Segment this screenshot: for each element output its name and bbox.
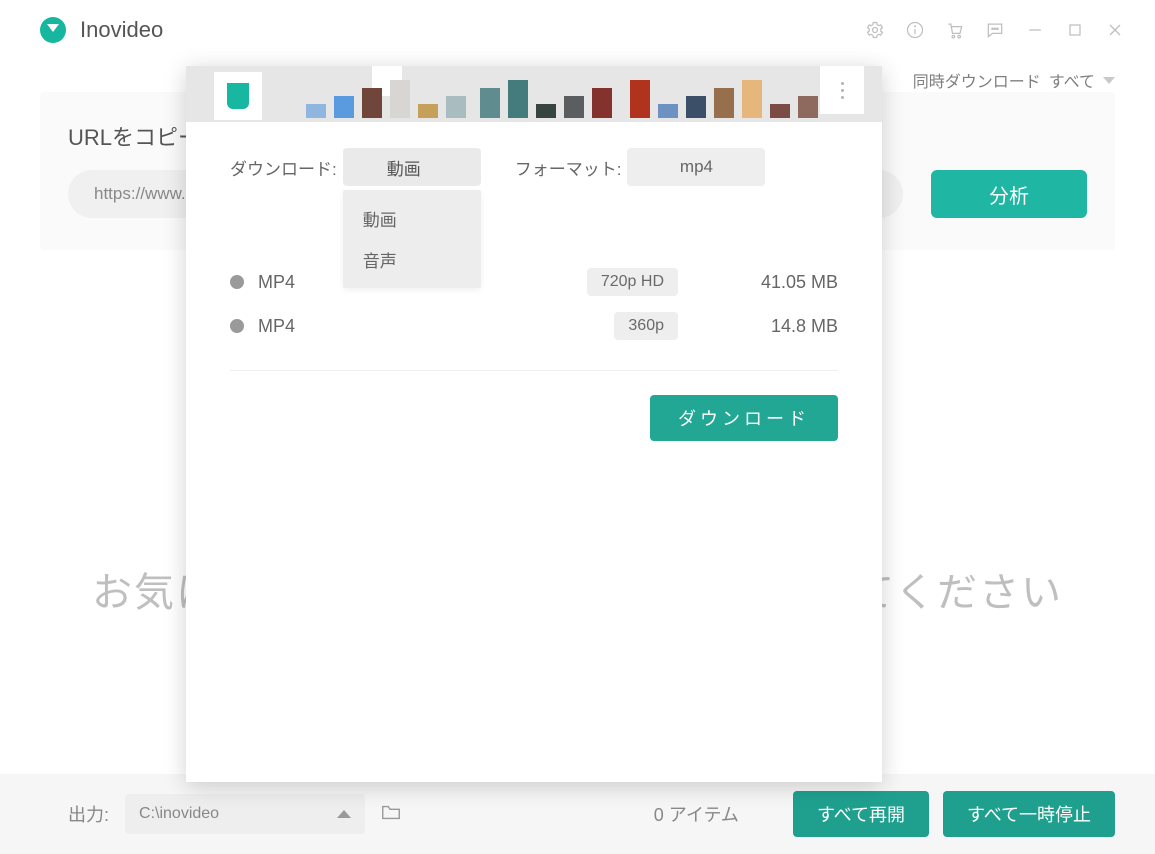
download-type-dropdown: 動画 音声 (343, 190, 481, 288)
app-name: Inovideo (80, 17, 163, 43)
radio-icon[interactable] (230, 275, 244, 289)
thumb-pixel (564, 96, 584, 118)
output-path: C:\inovideo (139, 805, 219, 823)
thumb-pixel (446, 96, 466, 118)
cart-icon[interactable] (935, 10, 975, 50)
format-value: mp4 (680, 157, 713, 177)
format-codec: MP4 (258, 316, 358, 337)
download-type-value: 動画 (387, 155, 421, 180)
format-size: 41.05 MB (738, 272, 838, 293)
thumb-pixel (714, 88, 734, 118)
download-type-select[interactable]: 動画 動画 音声 (343, 148, 481, 186)
format-quality: 360p (614, 312, 678, 340)
format-label: フォーマット: (515, 155, 622, 180)
close-icon[interactable] (1095, 10, 1135, 50)
thumb-pixel (390, 80, 410, 118)
radio-icon[interactable] (230, 319, 244, 333)
format-quality: 720p HD (587, 268, 678, 296)
chevron-down-icon (1103, 77, 1115, 84)
format-dialog: ダウンロード: 動画 動画 音声 フォーマット: mp4 MP4 720p HD… (186, 66, 882, 782)
more-icon[interactable] (820, 66, 864, 114)
video-thumb-icon (214, 72, 262, 120)
thumb-pixel (362, 88, 382, 118)
item-count: 0 アイテム (654, 801, 739, 827)
open-folder-icon[interactable] (379, 801, 403, 828)
thumb-pixel (480, 88, 500, 118)
thumb-pixel (770, 104, 790, 118)
thumb-pixel (536, 104, 556, 118)
thumb-pixel (742, 80, 762, 118)
download-button[interactable]: ダウンロード (650, 395, 838, 441)
format-select[interactable]: mp4 (627, 148, 765, 186)
output-label: 出力: (68, 801, 109, 827)
thumb-pixel (508, 80, 528, 118)
minimize-icon[interactable] (1015, 10, 1055, 50)
thumb-pixel (592, 88, 612, 118)
format-list: MP4 720p HD 41.05 MB MP4 360p 14.8 MB (230, 260, 838, 348)
concurrent-label: 同時ダウンロード (913, 68, 1041, 92)
analyze-button[interactable]: 分析 (931, 170, 1087, 218)
bottom-bar: 出力: C:\inovideo 0 アイテム すべて再開 すべて一時停止 (0, 774, 1155, 854)
settings-icon[interactable] (855, 10, 895, 50)
format-size: 14.8 MB (738, 316, 838, 337)
placeholder-right: てください (854, 560, 1063, 618)
download-type-row: ダウンロード: 動画 動画 音声 フォーマット: mp4 (230, 148, 838, 186)
concurrent-select[interactable]: すべて (1049, 68, 1115, 92)
concurrent-value: すべて (1049, 68, 1095, 92)
download-type-option[interactable]: 動画 (343, 198, 481, 239)
thumb-pixel (658, 104, 678, 118)
dialog-thumb-row (186, 66, 882, 122)
title-bar: Inovideo (0, 0, 1155, 60)
thumb-pixel (334, 96, 354, 118)
divider (230, 370, 838, 371)
chevron-up-icon (337, 810, 351, 818)
format-row[interactable]: MP4 720p HD 41.05 MB (230, 260, 838, 304)
thumb-pixel (418, 104, 438, 118)
format-row[interactable]: MP4 360p 14.8 MB (230, 304, 838, 348)
app-logo-icon (40, 17, 66, 43)
download-type-option[interactable]: 音声 (343, 239, 481, 280)
output-path-select[interactable]: C:\inovideo (125, 794, 365, 834)
thumb-pixel (630, 80, 650, 118)
thumb-pixel (798, 96, 818, 118)
maximize-icon[interactable] (1055, 10, 1095, 50)
chat-icon[interactable] (975, 10, 1015, 50)
download-type-label: ダウンロード: (230, 155, 337, 180)
thumb-pixel (686, 96, 706, 118)
info-icon[interactable] (895, 10, 935, 50)
pause-all-button[interactable]: すべて一時停止 (943, 791, 1115, 837)
resume-all-button[interactable]: すべて再開 (793, 791, 929, 837)
thumb-pixel (306, 104, 326, 118)
